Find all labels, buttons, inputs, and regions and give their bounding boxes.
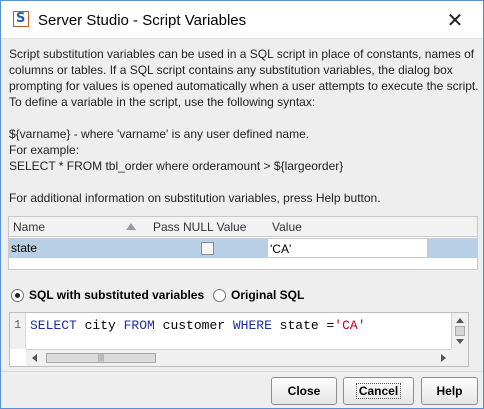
radio-sql-substituted[interactable] — [11, 289, 24, 302]
vertical-scrollbar[interactable] — [451, 313, 468, 349]
radio-original-sql-label[interactable]: Original SQL — [231, 288, 304, 302]
variable-name-cell[interactable]: state — [11, 241, 37, 255]
horizontal-scroll-thumb[interactable]: ||| — [46, 353, 156, 363]
column-header-name[interactable]: Name — [13, 220, 45, 234]
column-header-pass-null[interactable]: Pass NULL Value — [153, 220, 246, 234]
example-label: For example: — [9, 143, 80, 157]
scroll-left-icon[interactable] — [32, 354, 37, 362]
example-sql: SELECT * FROM tbl_order where orderamoun… — [9, 159, 344, 173]
sort-ascending-icon[interactable] — [126, 223, 136, 230]
variables-table: Name Pass NULL Value Value state 'CA' — [8, 216, 478, 270]
help-button-label: Help — [436, 384, 463, 398]
sql-string-literal: 'CA' — [334, 318, 366, 333]
sql-text: state = — [271, 318, 335, 333]
column-header-value[interactable]: Value — [272, 220, 302, 234]
close-button-label: Close — [287, 384, 321, 398]
dialog-window: S Server Studio - Script Variables ✕ Scr… — [0, 0, 484, 409]
sql-text: city — [76, 318, 124, 333]
button-divider — [1, 371, 483, 372]
sql-keyword-from: FROM — [123, 318, 155, 333]
radio-original-sql[interactable] — [213, 289, 226, 302]
scroll-up-icon[interactable] — [456, 318, 464, 323]
radio-sql-substituted-label[interactable]: SQL with substituted variables — [29, 288, 204, 302]
window-title: Server Studio - Script Variables — [38, 12, 247, 29]
pass-null-checkbox[interactable] — [201, 242, 214, 255]
sql-keyword-select: SELECT — [30, 318, 77, 333]
table-header: Name Pass NULL Value Value — [9, 217, 477, 237]
description-paragraph: Script substitution variables can be use… — [9, 47, 479, 109]
scroll-right-icon[interactable] — [441, 354, 446, 362]
scroll-corner — [451, 349, 468, 366]
server-studio-app-icon: S — [13, 11, 29, 27]
horizontal-scrollbar[interactable]: ||| — [26, 349, 452, 366]
table-row[interactable]: state 'CA' — [9, 238, 477, 258]
cancel-button-label: Cancel — [355, 383, 402, 399]
vertical-scroll-thumb[interactable] — [455, 326, 465, 336]
close-button[interactable]: Close — [271, 377, 337, 405]
help-note: For additional information on substituti… — [9, 191, 381, 205]
help-button[interactable]: Help — [421, 377, 478, 405]
sql-code-line[interactable]: SELECT city FROM customer WHERE state ='… — [30, 318, 366, 333]
description-text: Script substitution variables can be use… — [9, 46, 479, 206]
title-bar[interactable]: S Server Studio - Script Variables ✕ — [1, 1, 483, 39]
syntax-line: ${varname} - where 'varname' is any user… — [9, 127, 310, 141]
cancel-button[interactable]: Cancel — [343, 377, 414, 405]
sql-keyword-where: WHERE — [232, 318, 272, 333]
scroll-down-icon[interactable] — [456, 339, 464, 344]
sql-text: customer — [154, 318, 233, 333]
line-number: 1 — [14, 318, 22, 332]
variable-value-input[interactable]: 'CA' — [267, 238, 428, 258]
line-number-gutter: 1 — [10, 313, 26, 349]
sql-preview-editor[interactable]: 1 SELECT city FROM customer WHERE state … — [9, 312, 469, 367]
close-window-icon[interactable]: ✕ — [441, 7, 469, 33]
